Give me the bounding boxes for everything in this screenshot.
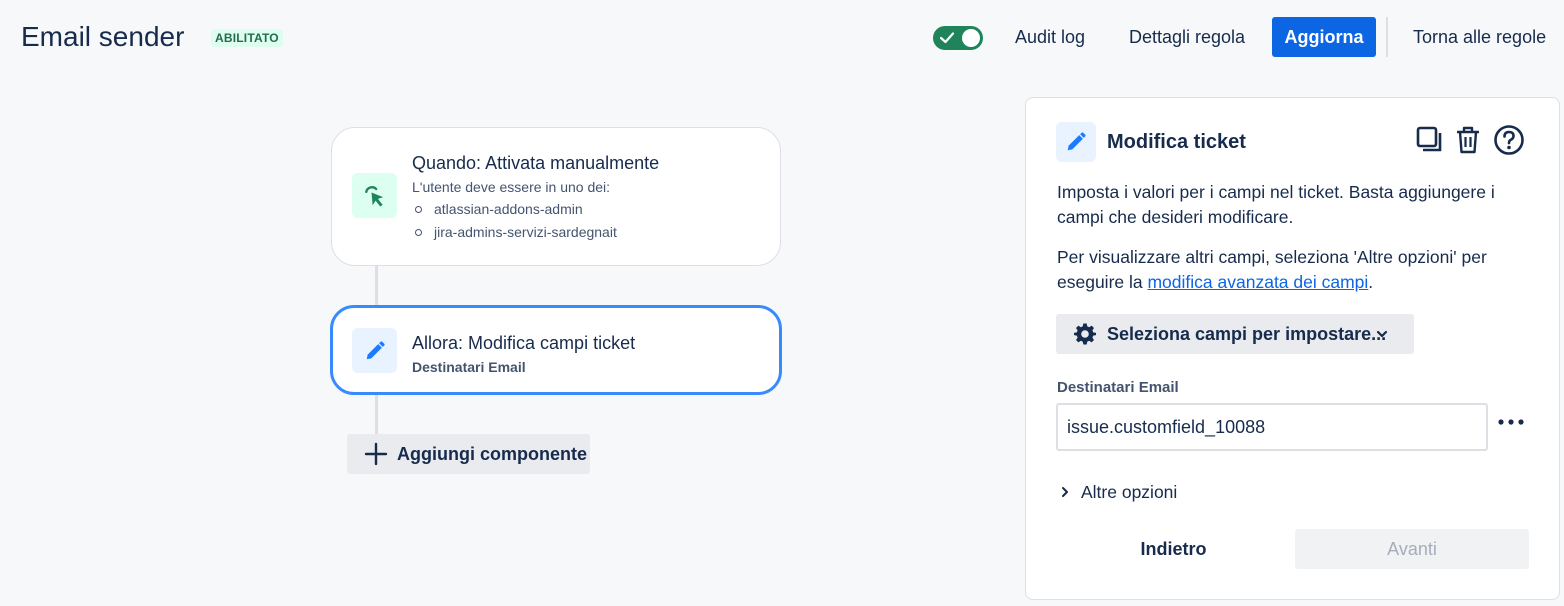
rule-title: Email sender [21,21,185,52]
add-component-label: Aggiungi componente [397,444,587,464]
chevron-right-icon [1062,487,1068,497]
action-icon-box [352,328,397,373]
update-button[interactable]: Aggiorna [1272,17,1376,57]
trigger-title: Quando: Attivata manualmente [412,153,660,173]
trash-icon [1457,126,1479,154]
pencil-icon [1067,132,1086,151]
trigger-card[interactable]: Quando: Attivata manualmente L'utente de… [331,127,781,266]
panel-description: Imposta i valori per i campi nel ticket.… [1057,182,1495,227]
chevron-down-icon [1376,330,1388,338]
header-divider [1386,17,1388,57]
help-button[interactable] [1492,123,1526,157]
trigger-group-list: atlassian-addons-admin jira-admins-servi… [412,198,617,244]
panel-title: Modifica ticket [1107,131,1246,153]
component-config-panel: Modifica ticket Imposta i valori per i c… [1025,97,1560,600]
select-fields-dropdown[interactable]: Seleziona campi per impostare... [1056,314,1414,354]
flow-connector [375,395,378,434]
header: Email sender ABILITATO Audit log Dettagl… [0,0,1564,78]
help-icon [1494,125,1524,155]
trigger-icon-box [352,173,397,218]
status-badge: ABILITATO [211,29,283,47]
rule-enabled-toggle[interactable] [933,26,983,50]
check-icon [939,32,955,44]
delete-button[interactable] [1451,123,1485,157]
list-item: atlassian-addons-admin [412,198,617,221]
field-more-actions-button[interactable] [1496,410,1526,434]
action-subtitle: Destinatari Email [412,359,526,375]
hint-suffix: . [1368,272,1374,292]
cursor-click-icon [364,185,383,206]
rule-details-button[interactable]: Dettagli regola [1117,17,1257,57]
back-button[interactable]: Indietro [1086,529,1261,569]
plus-icon [364,442,388,466]
list-item: jira-admins-servizi-sardegnait [412,221,617,244]
field-label: Destinatari Email [1057,379,1179,396]
audit-log-button[interactable]: Audit log [1003,17,1097,57]
action-title: Allora: Modifica campi ticket [412,333,636,353]
flow-connector [375,266,378,305]
email-recipients-field[interactable] [1056,403,1488,451]
more-options-label: Altre opzioni [1081,482,1178,502]
toggle-knob [962,29,980,47]
gear-icon [1074,323,1096,345]
copy-button[interactable] [1413,123,1447,157]
add-component-button[interactable]: Aggiungi componente [347,434,590,474]
next-button[interactable]: Avanti [1295,529,1529,569]
advanced-fields-hint: Per visualizzare altri campi, seleziona … [1057,245,1527,295]
copy-icon [1416,126,1442,152]
back-to-rules-button[interactable]: Torna alle regole [1401,17,1558,57]
trigger-subtitle: L'utente deve essere in uno dei: [412,179,611,195]
select-fields-label: Seleziona campi per impostare... [1107,324,1387,344]
action-card[interactable]: Allora: Modifica campi ticket Destinatar… [330,305,782,395]
panel-icon-box [1056,122,1096,162]
pencil-icon [366,340,385,359]
more-horizontal-icon [1498,419,1524,425]
advanced-field-editing-link[interactable]: modifica avanzata dei campi [1147,272,1368,292]
